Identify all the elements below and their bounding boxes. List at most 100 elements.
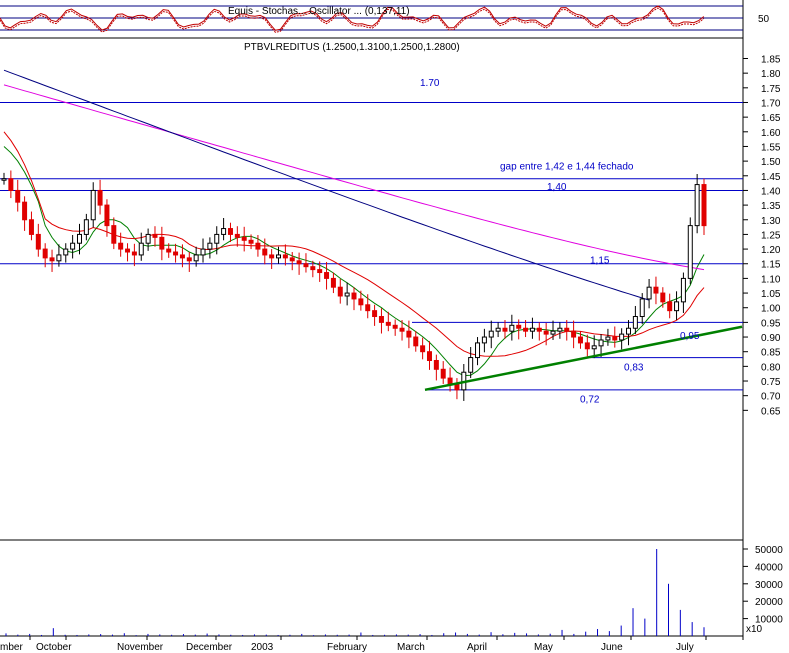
candle-body: [207, 242, 213, 250]
time-tick-label: June: [601, 642, 623, 653]
candle-body: [289, 257, 295, 262]
candle-body: [406, 330, 412, 338]
candle-body: [125, 248, 131, 253]
candle-body: [193, 254, 199, 262]
price-tick-label: 1.40: [761, 186, 781, 197]
candle-body: [440, 368, 446, 379]
candle-body: [179, 254, 185, 259]
candle-body: [577, 336, 583, 344]
price-tick-label: 1.30: [761, 216, 781, 227]
time-tick-label: December: [186, 642, 233, 653]
candle-body: [303, 263, 309, 268]
time-tick-label: July: [676, 642, 694, 653]
time-tick-label: November: [117, 642, 164, 653]
candle-body: [646, 286, 652, 300]
candle-body: [111, 225, 117, 244]
candle-body: [173, 251, 179, 256]
price-tick-label: 0.70: [761, 392, 781, 403]
candle-body: [42, 248, 48, 259]
candle-body: [612, 336, 618, 341]
candle-body: [557, 327, 563, 332]
annotation-label: 1.70: [420, 78, 440, 89]
price-tick-label: 0.90: [761, 333, 781, 344]
candle-body: [392, 324, 398, 329]
candle-body: [571, 330, 577, 338]
annotation-label: 0,83: [624, 362, 644, 373]
candle-body: [687, 225, 693, 279]
candle-body: [76, 233, 82, 244]
price-tick-label: 0.80: [761, 362, 781, 373]
candle-body: [523, 327, 529, 332]
candle-body: [632, 316, 638, 329]
candle-body: [310, 266, 316, 271]
candle-body: [145, 233, 151, 244]
candle-body: [420, 345, 426, 353]
candle-body: [468, 357, 474, 373]
candle-body: [433, 359, 439, 370]
candle-body: [378, 316, 384, 323]
volume-tick-label: 50000: [755, 545, 783, 556]
candle-body: [667, 301, 673, 312]
candle-body: [276, 254, 282, 259]
candle-body: [399, 327, 405, 332]
candle-body: [131, 251, 137, 256]
candle-body: [49, 257, 55, 262]
candle-body: [317, 269, 323, 274]
annotation-label: 1,40: [547, 182, 567, 193]
candle-body: [488, 330, 494, 338]
candle-body: [481, 336, 487, 344]
price-tick-label: 0.85: [761, 348, 781, 359]
price-tick-label: 1.75: [761, 84, 781, 95]
candle-body: [502, 327, 508, 332]
candle-body: [598, 339, 604, 347]
volume-tick-label: 40000: [755, 562, 783, 573]
oscillator-header-text: Equis - Stochas... Oscillator ... (0,137…: [228, 6, 410, 17]
volume-tick-label: 30000: [755, 580, 783, 591]
price-tick-label: 1.55: [761, 142, 781, 153]
candle-body: [324, 272, 330, 279]
time-tick-label: mber: [0, 642, 23, 653]
annotation-label: gap entre 1,42 e 1,44 fechado: [500, 162, 634, 173]
candle-body: [605, 336, 611, 341]
candle-body: [653, 286, 659, 294]
price-tick-label: 0.65: [761, 406, 781, 417]
price-tick-label: 1.05: [761, 289, 781, 300]
candle-body: [543, 330, 549, 335]
candle-body: [97, 189, 103, 206]
candle-body: [529, 327, 535, 332]
candle-body: [1, 178, 7, 181]
candle-body: [22, 201, 28, 221]
candle-body: [330, 277, 336, 288]
volume-tick-label: 20000: [755, 597, 783, 608]
candle-body: [214, 233, 220, 244]
time-tick-label: 2003: [251, 642, 274, 653]
price-tick-label: 1.15: [761, 260, 781, 271]
price-tick-label: 1.25: [761, 230, 781, 241]
candle-body: [447, 377, 453, 385]
candle-body: [15, 189, 21, 203]
candle-body: [365, 304, 371, 312]
candle-body: [344, 292, 350, 297]
candle-body: [166, 248, 172, 253]
price-tick-label: 1.85: [761, 55, 781, 66]
candle-body: [63, 248, 69, 256]
candle-body: [138, 242, 144, 256]
candle-body: [90, 189, 96, 221]
candle-body: [509, 324, 515, 332]
candle-body: [269, 254, 275, 259]
candle-body: [262, 248, 268, 256]
candle-body: [680, 277, 686, 303]
price-tick-label: 1.80: [761, 69, 781, 80]
candle-body: [28, 219, 34, 235]
candle-body: [626, 327, 632, 335]
candle-body: [516, 324, 522, 329]
price-tick-label: 1.45: [761, 172, 781, 183]
price-tick-label: 1.70: [761, 98, 781, 109]
candle-body: [8, 178, 14, 191]
price-tick-label: 1.00: [761, 304, 781, 315]
candle-body: [550, 330, 556, 335]
time-tick-label: May: [534, 642, 553, 653]
price-tick-label: 1.10: [761, 274, 781, 285]
candle-body: [234, 233, 240, 238]
candle-body: [35, 233, 41, 250]
